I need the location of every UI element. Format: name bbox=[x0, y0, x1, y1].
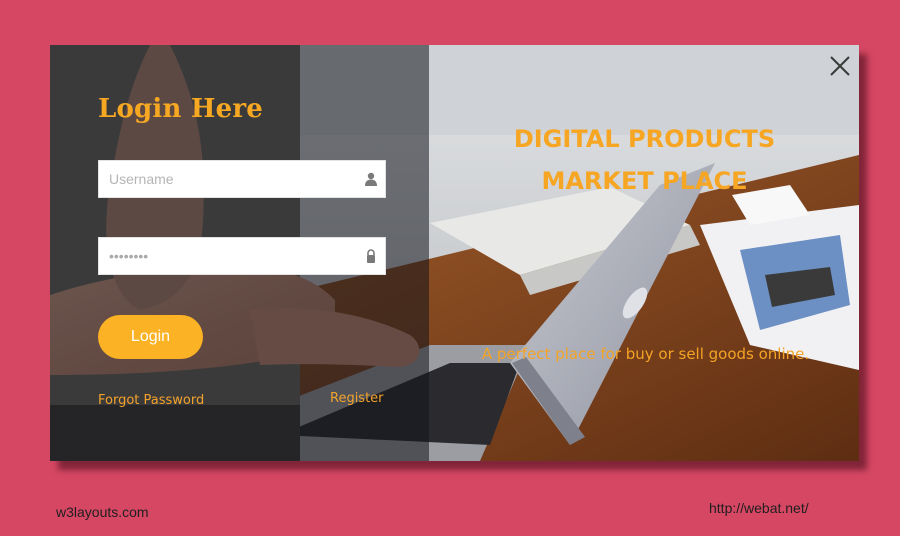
password-field[interactable] bbox=[98, 237, 386, 275]
hero-tagline: A perfect place for buy or sell goods on… bbox=[481, 345, 810, 363]
password-input[interactable] bbox=[99, 238, 359, 274]
login-button[interactable]: Login bbox=[98, 315, 203, 359]
user-icon bbox=[365, 172, 377, 186]
footer-credit: w3layouts.com bbox=[56, 504, 149, 520]
headline-line-1: DIGITAL PRODUCTS bbox=[513, 125, 776, 153]
footer-url: http://webat.net/ bbox=[709, 500, 809, 516]
forgot-password-link[interactable]: Forgot Password bbox=[98, 393, 204, 408]
headline-line-2: MARKET PLACE bbox=[541, 167, 748, 195]
username-input[interactable] bbox=[99, 161, 359, 197]
login-title: Login Here bbox=[98, 94, 263, 124]
close-icon[interactable] bbox=[829, 55, 851, 77]
login-modal: Login Here Login Forgot Password Registe… bbox=[50, 45, 859, 461]
hero-headline: DIGITAL PRODUCTS MARKET PLACE bbox=[482, 118, 807, 202]
register-link[interactable]: Register bbox=[330, 391, 384, 406]
username-field[interactable] bbox=[98, 160, 386, 198]
lock-icon bbox=[367, 249, 375, 263]
